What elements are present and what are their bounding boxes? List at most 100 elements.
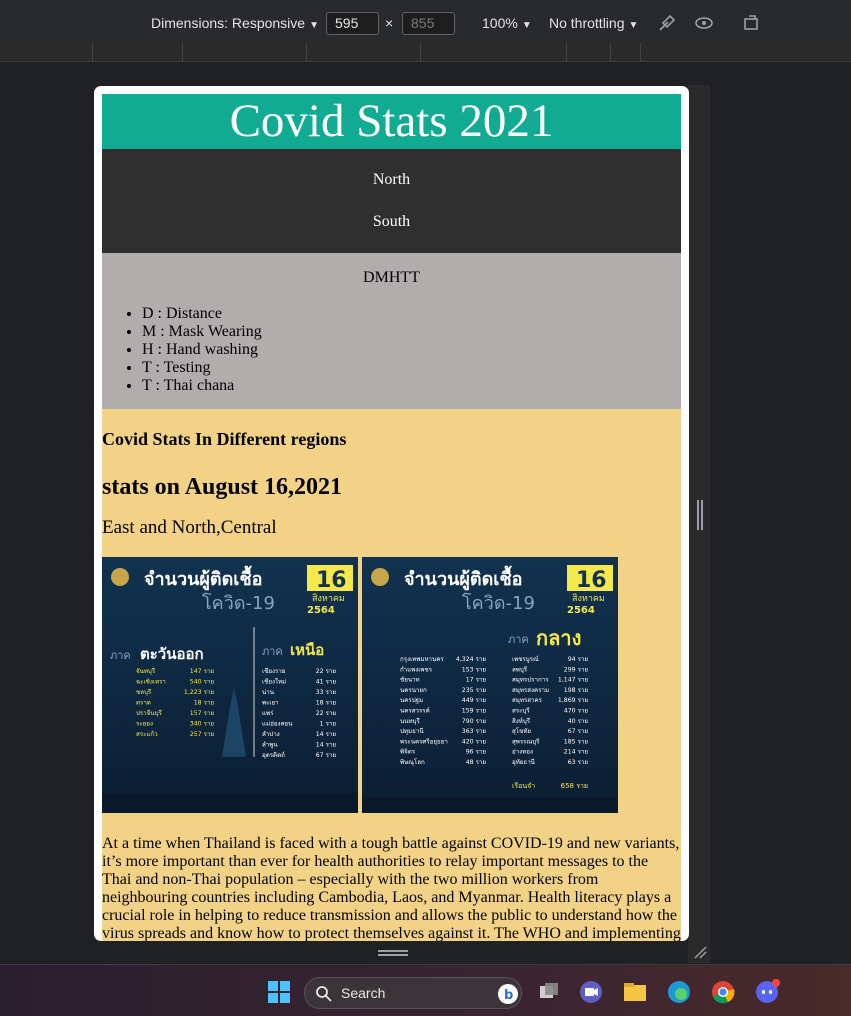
infographic-row-value: 147 ราย <box>190 668 215 675</box>
infographic-row-value: 235 ราย <box>462 687 487 694</box>
nav-link-south[interactable]: South <box>102 191 681 231</box>
windows-start-icon[interactable] <box>266 979 292 1005</box>
infographic-row-value: 41 ราย <box>316 679 337 686</box>
infographic-row-value: 67 ราย <box>568 728 589 735</box>
infographic-row-value: 790 ราย <box>462 718 487 725</box>
infographic-row-name: ระยอง <box>136 721 153 728</box>
infographic-row-name: สระบุรี <box>512 707 530 715</box>
infographic-row-name: นนทบุรี <box>400 717 420 725</box>
infographic-row-name: พะเยา <box>262 700 279 707</box>
info1-subtitle: โควิด-19 <box>202 592 275 614</box>
width-resize-handle[interactable] <box>697 500 703 530</box>
nav-link-north[interactable]: North <box>102 149 681 191</box>
infographic-row-name: เชียงใหม่ <box>262 678 286 686</box>
corner-resize-handle[interactable] <box>693 945 707 959</box>
infographic-row-value: 67 ราย <box>316 752 337 759</box>
infographic-row-name: ลำพูน <box>262 742 278 749</box>
infographic-row-value: 214 ราย <box>564 749 589 756</box>
site-nav: North South <box>102 149 681 253</box>
devtools-toolbar: Dimensions: Responsive ▼ 595 × 855 100% ▼ … <box>0 0 851 48</box>
infographic-row-name: ลำปาง <box>262 731 280 738</box>
article-paragraph: At a time when Thailand is faced with a … <box>102 835 681 941</box>
discord-icon[interactable] <box>754 979 780 1005</box>
info2-month: สิงหาคม <box>572 593 605 604</box>
info2-prison-label: เรือนจำ <box>512 782 535 790</box>
infographic-row-value: 1,223 ราย <box>184 689 214 696</box>
task-view-icon[interactable] <box>536 979 562 1005</box>
search-label: Search <box>341 985 386 1001</box>
info2-subtitle: โควิด-19 <box>462 592 535 614</box>
infographic-row-name: กำแพงเพชร <box>400 666 433 673</box>
info1-region-b: เหนือ <box>290 641 324 659</box>
info1-region-a: ตะวันออก <box>140 645 204 663</box>
height-resize-handle[interactable] <box>378 950 408 956</box>
zoom-dropdown[interactable]: 100% ▼ <box>482 15 532 31</box>
infographic-row-name: สุโขทัย <box>512 727 531 735</box>
infographic-row-value: 340 ราย <box>190 721 215 728</box>
infographic-row-value: 14 ราย <box>316 731 337 738</box>
infographic-row-name: สมุทรปราการ <box>512 677 549 684</box>
infographic-row-value: 48 ราย <box>466 759 487 766</box>
infographic-row-name: อ่างทอง <box>512 749 533 756</box>
infographic-row-value: 159 ราย <box>462 708 487 715</box>
chevron-down-icon: ▼ <box>521 20 532 31</box>
infographic-row-value: 33 ราย <box>316 689 337 696</box>
infographic-row-name: เพชรบูรณ์ <box>512 655 539 663</box>
width-input[interactable]: 595 <box>326 12 379 35</box>
rotate-device-icon[interactable] <box>741 12 763 34</box>
info2-year: 2564 <box>567 605 595 616</box>
teams-meet-icon[interactable] <box>578 979 604 1005</box>
infographic-row-name: สมุทรสงคราม <box>512 687 549 694</box>
dmhtt-section: DMHTT D : Distance M : Mask Wearing H : … <box>102 253 681 409</box>
dimensions-label: Dimensions: Responsive <box>151 15 306 31</box>
infographic-row-name: พระนครศรีอยุธยา <box>400 737 448 745</box>
infographic-row-name: ลพบุรี <box>512 665 528 673</box>
dmhtt-title: DMHTT <box>363 269 420 286</box>
list-item: T : Testing <box>142 359 681 377</box>
infographic-row-value: 40 ราย <box>568 718 589 725</box>
zoom-label: 100% <box>482 15 518 31</box>
taskbar-search[interactable]: Search b <box>304 977 522 1009</box>
infographic-row-value: 4,324 ราย <box>456 656 486 663</box>
dimensions-dropdown[interactable]: Dimensions: Responsive ▼ <box>151 15 319 31</box>
infographic-row-value: 1,147 ราย <box>558 677 588 684</box>
list-item: D : Distance <box>142 305 681 323</box>
eyedropper-icon[interactable] <box>656 12 678 34</box>
infographic-row-value: 540 ราย <box>190 679 215 686</box>
infographic-row-name: สระแก้ว <box>136 730 158 738</box>
chrome-icon[interactable] <box>710 979 736 1005</box>
windows-taskbar: Search b <box>0 964 851 1016</box>
throttling-dropdown[interactable]: No throttling ▼ <box>549 15 638 31</box>
regions-subheading: East and North,Central <box>102 517 277 538</box>
infographic-row-name: อุทัยธานี <box>512 758 536 766</box>
info1-day: 16 <box>316 568 347 593</box>
infographic-row-value: 14 ราย <box>316 742 337 749</box>
info1-region-b-prefix: ภาค <box>262 645 283 658</box>
throttling-label: No throttling <box>549 15 625 31</box>
infographic-row-value: 157 ราย <box>190 710 215 717</box>
infographic-row-value: 63 ราย <box>568 759 589 766</box>
list-item: M : Mask Wearing <box>142 323 681 341</box>
dmhtt-list: D : Distance M : Mask Wearing H : Hand w… <box>102 305 681 395</box>
infographic-row-name: อุตรดิตถ์ <box>262 751 285 759</box>
edge-icon[interactable] <box>666 979 692 1005</box>
infographic-row-value: 198 ราย <box>564 687 589 694</box>
height-input[interactable]: 855 <box>402 12 455 35</box>
bing-icon[interactable]: b <box>497 983 519 1005</box>
infographic-row-value: 470 ราย <box>564 708 589 715</box>
infographic-row-value: 449 ราย <box>462 697 487 704</box>
infographic-row-name: แม่ฮ่องสอน <box>262 721 293 728</box>
infographic-row-value: 185 ราย <box>564 738 589 745</box>
regions-heading: Covid Stats In Different regions <box>102 429 347 449</box>
info1-region-a-prefix: ภาค <box>110 649 131 662</box>
infographic-row-name: สุพรรณบุรี <box>512 737 540 745</box>
infographic-row-value: 22 ราย <box>316 710 337 717</box>
infographic-row-value: 363 ราย <box>462 728 487 735</box>
infographic-row-name: สมุทรสาคร <box>512 697 543 704</box>
infographic-row-name: นครปฐม <box>400 697 423 704</box>
sensor-eye-icon[interactable] <box>693 12 715 34</box>
infographic-row-value: 94 ราย <box>568 656 589 663</box>
infographic-row-value: 153 ราย <box>462 666 487 673</box>
file-explorer-icon[interactable] <box>622 979 648 1005</box>
infographic-row-name: ปราจีนบุรี <box>136 709 163 717</box>
